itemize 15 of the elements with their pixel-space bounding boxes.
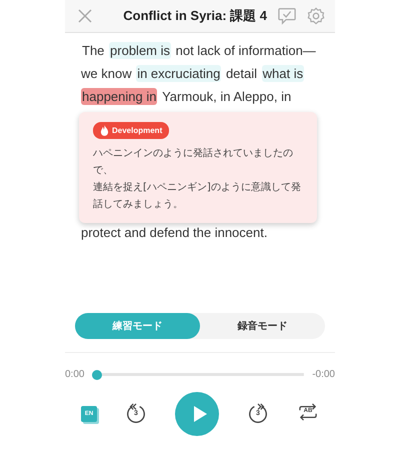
- lesson-title: Conflict in Syria: 課題 4: [122, 7, 267, 25]
- passage-text: The problem is not lack of information—we know in excruciating detail what is happening in Yarmouk, in Aleppo, in: [81, 41, 317, 107]
- development-badge: Development: [93, 122, 170, 139]
- play-button[interactable]: [175, 392, 219, 436]
- passage-text: protect and defend the innocent.: [81, 224, 268, 242]
- remaining-time: -0:00: [312, 369, 335, 380]
- elapsed-time: 0:00: [65, 369, 84, 380]
- progress-thumb[interactable]: [92, 370, 102, 380]
- close-icon[interactable]: [77, 8, 93, 24]
- feedback-text: ハペニンインのように発話されていましたので、: [93, 146, 294, 178]
- mode-tab[interactable]: 録音モード: [200, 313, 325, 339]
- flame-icon: [100, 125, 109, 136]
- settings-icon[interactable]: [307, 7, 325, 25]
- chat-check-icon[interactable]: [277, 7, 297, 25]
- feedback-text: 連結を捉え[ハペニンギン]のように意識して発話してみましょう。: [93, 180, 302, 212]
